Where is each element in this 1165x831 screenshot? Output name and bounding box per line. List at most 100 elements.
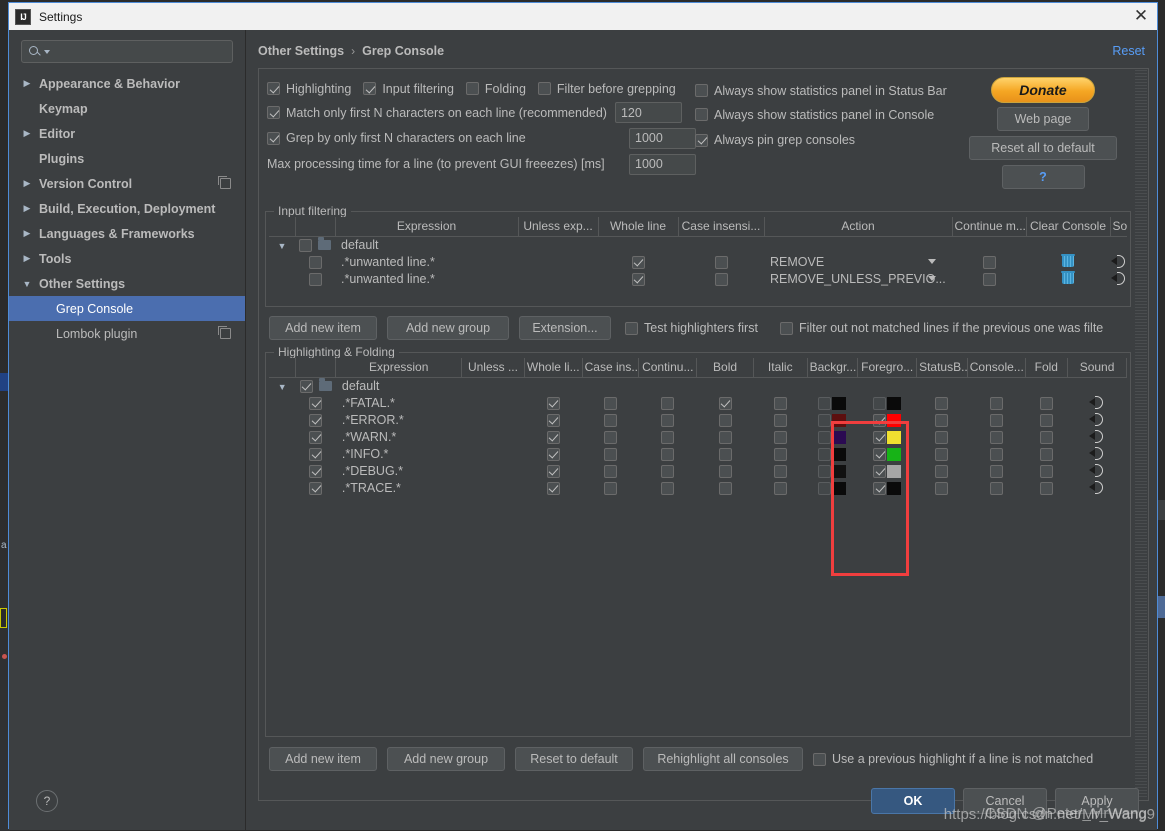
sidebar-item-keymap[interactable]: ▶Keymap xyxy=(9,96,245,121)
chevron-down-icon[interactable] xyxy=(928,276,936,281)
hl-row-whole-line-checkbox-2[interactable] xyxy=(546,430,560,444)
sidebar-item-editor[interactable]: ▶ Editor xyxy=(9,121,245,146)
help-button[interactable]: ? xyxy=(1001,165,1085,189)
hl-column-header-12[interactable]: Console... xyxy=(967,358,1026,378)
option-checkbox-2[interactable] xyxy=(465,82,479,95)
grep-first-n-checkbox[interactable] xyxy=(267,131,280,145)
chevron-right-icon[interactable]: ▶ xyxy=(19,128,35,139)
hl-row-whole-line-checkbox-3[interactable] xyxy=(546,447,560,461)
if-add-new-group-button[interactable]: Add new group xyxy=(387,316,509,340)
copy-icon[interactable] xyxy=(218,176,231,189)
hl-row-case-ins-checkbox-0[interactable] xyxy=(604,396,618,410)
sound-icon[interactable] xyxy=(1089,446,1105,460)
hl-row-foreground-checkbox-2[interactable] xyxy=(873,430,887,444)
donate-button[interactable]: Donate xyxy=(991,77,1095,103)
sound-icon[interactable] xyxy=(1111,254,1127,268)
hl-row-status-bar-checkbox-2[interactable] xyxy=(935,430,949,444)
hl-column-header-8[interactable]: Italic xyxy=(753,358,808,378)
hl-row-italic-checkbox-1[interactable] xyxy=(773,413,787,427)
if-row-expression-1[interactable]: .*unwanted line.* xyxy=(335,270,518,287)
hl-row-continue-checkbox-3[interactable] xyxy=(661,447,675,461)
if-group-row[interactable]: ▼ default xyxy=(269,236,1127,253)
sidebar-item-version-control[interactable]: ▶ Version Control xyxy=(9,171,245,196)
hl-row-fold-checkbox-5[interactable] xyxy=(1039,481,1053,495)
hl-column-header-10[interactable]: Foregro... xyxy=(857,358,918,378)
hl-row-bold-checkbox-5[interactable] xyxy=(718,481,732,495)
breadcrumb-parent[interactable]: Other Settings xyxy=(258,44,344,58)
hl-row-background-3[interactable] xyxy=(807,445,858,462)
hl-row-bold-checkbox-1[interactable] xyxy=(718,413,732,427)
background-color-swatch-3[interactable] xyxy=(832,447,847,461)
hl-row-foreground-3[interactable] xyxy=(858,445,917,462)
hl-row-console-checkbox-1[interactable] xyxy=(989,413,1003,427)
hl-row-foreground-checkbox-0[interactable] xyxy=(873,396,887,410)
hl-row-sound-2[interactable] xyxy=(1068,428,1127,445)
hl-row-unless-2[interactable] xyxy=(462,428,525,445)
hl-reset-to-default-button[interactable]: Reset to default xyxy=(515,747,633,771)
option-checkbox-1[interactable] xyxy=(363,82,377,95)
chevron-down-icon[interactable]: ▼ xyxy=(19,279,35,289)
hl-row-status-bar-checkbox-4[interactable] xyxy=(935,464,949,478)
sidebar-item-plugins[interactable]: ▶Plugins xyxy=(9,146,245,171)
if-add-new-item-button[interactable]: Add new item xyxy=(269,316,377,340)
hl-row-enabled-checkbox-4[interactable] xyxy=(309,464,323,478)
table-row[interactable]: .*INFO.* xyxy=(269,445,1127,462)
if-row-unless-1[interactable] xyxy=(518,270,598,287)
hl-row-unless-1[interactable] xyxy=(462,411,525,428)
hl-row-expression-2[interactable]: .*WARN.* xyxy=(336,428,462,445)
if-row-case-ins-checkbox-0[interactable] xyxy=(714,255,728,269)
if-column-header-0[interactable] xyxy=(269,217,296,237)
hl-add-new-group-button[interactable]: Add new group xyxy=(387,747,505,771)
reset-all-to-default-button[interactable]: Reset all to default xyxy=(969,136,1117,160)
hl-group-row[interactable]: ▼ default xyxy=(269,377,1127,394)
hl-row-expression-5[interactable]: .*TRACE.* xyxy=(336,479,462,496)
hl-row-unless-5[interactable] xyxy=(462,479,525,496)
help-icon[interactable]: ? xyxy=(36,790,58,812)
max-processing-time-input[interactable] xyxy=(629,153,696,175)
stats-console-checkbox[interactable] xyxy=(695,108,708,121)
sidebar-item-build-execution-deployment[interactable]: ▶ Build, Execution, Deployment xyxy=(9,196,245,221)
hl-row-console-checkbox-4[interactable] xyxy=(989,464,1003,478)
sound-icon[interactable] xyxy=(1089,480,1105,494)
hl-column-header-1[interactable] xyxy=(295,358,337,378)
hl-row-foreground-0[interactable] xyxy=(858,394,917,411)
hl-row-bold-checkbox-4[interactable] xyxy=(718,464,732,478)
hl-row-expression-3[interactable]: .*INFO.* xyxy=(336,445,462,462)
hl-row-enabled-checkbox-2[interactable] xyxy=(309,430,323,444)
hl-row-enabled-checkbox-0[interactable] xyxy=(309,396,323,410)
hl-row-foreground-checkbox-3[interactable] xyxy=(873,447,887,461)
hl-row-background-checkbox-1[interactable] xyxy=(818,413,832,427)
sidebar-item-appearance-behavior[interactable]: ▶ Appearance & Behavior xyxy=(9,71,245,96)
web-page-button[interactable]: Web page xyxy=(997,107,1089,131)
hl-row-italic-checkbox-5[interactable] xyxy=(773,481,787,495)
hl-row-italic-checkbox-0[interactable] xyxy=(773,396,787,410)
if-column-header-3[interactable]: Unless exp... xyxy=(518,217,599,237)
reset-link[interactable]: Reset xyxy=(1112,44,1145,58)
hl-row-italic-checkbox-3[interactable] xyxy=(773,447,787,461)
if-row-enabled-checkbox-0[interactable] xyxy=(308,255,322,269)
if-column-header-1[interactable] xyxy=(295,217,336,237)
grep-first-n-input[interactable] xyxy=(629,127,696,149)
hl-row-foreground-checkbox-4[interactable] xyxy=(873,464,887,478)
sidebar-item-lombok-plugin[interactable]: Lombok plugin xyxy=(9,321,245,346)
hl-column-header-3[interactable]: Unless ... xyxy=(461,358,525,378)
hl-row-bold-checkbox-3[interactable] xyxy=(718,447,732,461)
rehighlight-all-consoles-button[interactable]: Rehighlight all consoles xyxy=(643,747,803,771)
hl-row-case-ins-checkbox-5[interactable] xyxy=(604,481,618,495)
sound-icon[interactable] xyxy=(1089,412,1105,426)
hl-row-sound-1[interactable] xyxy=(1068,411,1127,428)
hl-row-background-checkbox-0[interactable] xyxy=(818,396,832,410)
hl-row-background-checkbox-4[interactable] xyxy=(818,464,832,478)
chevron-down-icon[interactable]: ▼ xyxy=(278,241,287,251)
chevron-down-icon[interactable] xyxy=(928,259,936,264)
hl-row-expression-4[interactable]: .*DEBUG.* xyxy=(336,462,462,479)
hl-row-background-checkbox-2[interactable] xyxy=(818,430,832,444)
trash-icon[interactable] xyxy=(1061,270,1075,284)
chevron-down-icon[interactable]: ▼ xyxy=(278,382,287,392)
hl-row-expression-0[interactable]: .*FATAL.* xyxy=(336,394,462,411)
hl-row-continue-checkbox-1[interactable] xyxy=(661,413,675,427)
sound-icon[interactable] xyxy=(1111,271,1127,285)
hl-column-header-6[interactable]: Continu... xyxy=(638,358,698,378)
if-row-whole-line-checkbox-1[interactable] xyxy=(631,272,645,286)
hl-row-foreground-4[interactable] xyxy=(858,462,917,479)
